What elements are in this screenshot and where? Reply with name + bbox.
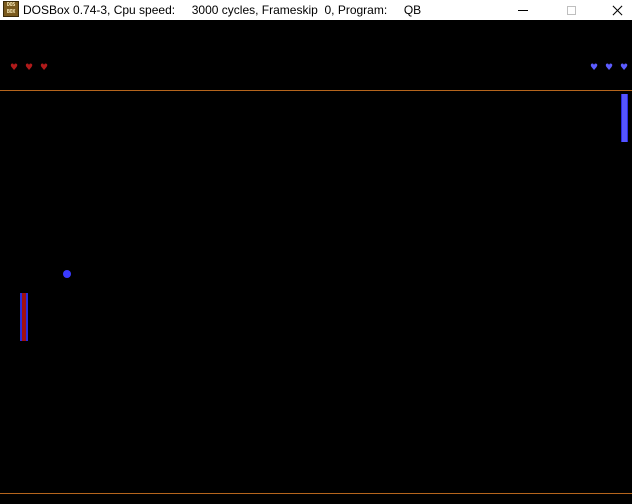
title-bar[interactable]: DOS BOX DOSBox 0.74-3, Cpu speed: 3000 c… [0,0,632,20]
minimize-icon [518,9,528,11]
window-title: DOSBox 0.74-3, Cpu speed: 3000 cycles, F… [23,3,422,17]
life-heart-icon: ♥ [590,63,599,73]
game-screen[interactable]: ♥ ♥ ♥ ♥ ♥ ♥ [0,20,632,504]
life-heart-icon: ♥ [40,63,49,73]
minimize-button[interactable] [500,0,546,20]
close-icon [612,5,623,16]
right-paddle [621,94,628,142]
life-heart-icon: ♥ [605,63,614,73]
app-icon-label-top: DOS [6,2,16,8]
maximize-icon [566,5,576,15]
life-heart-icon: ♥ [25,63,34,73]
life-heart-icon: ♥ [620,63,629,73]
top-court-border [0,90,632,91]
life-heart-icon: ♥ [10,63,19,73]
ball [63,270,71,278]
dosbox-app-icon[interactable]: DOS BOX [3,1,19,17]
bottom-court-border [0,493,632,494]
maximize-button[interactable] [548,0,594,20]
close-button[interactable] [594,0,632,20]
dosbox-window: DOS BOX DOSBox 0.74-3, Cpu speed: 3000 c… [0,0,632,504]
app-icon-label-bottom: BOX [6,9,16,15]
left-paddle [20,293,28,341]
